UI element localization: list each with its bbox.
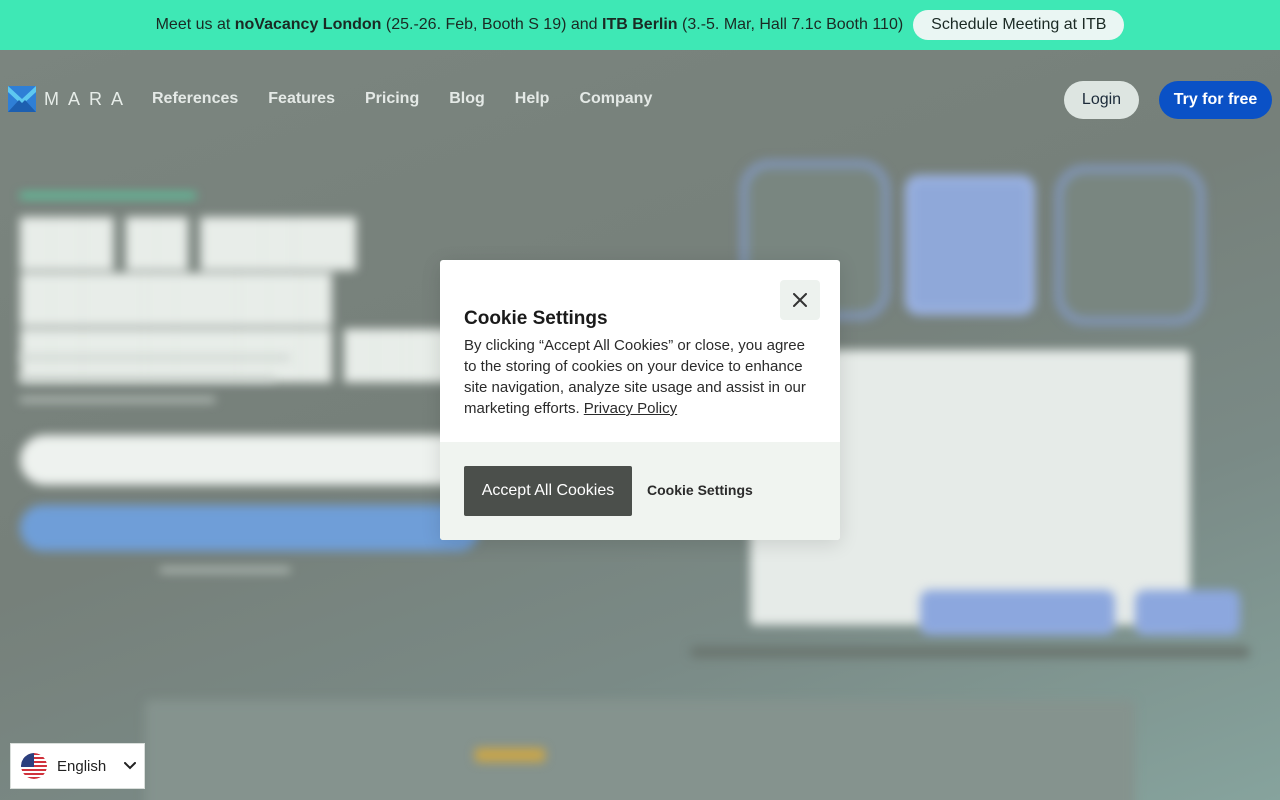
hero-input-blurred [20, 435, 480, 485]
close-button[interactable] [780, 280, 820, 320]
nav-link-references[interactable]: References [152, 90, 238, 108]
us-flag-icon [21, 753, 47, 779]
language-label: English [57, 757, 107, 775]
slider-track-blurred [690, 646, 1250, 658]
overlay-chip-blurred [920, 590, 1115, 635]
overlay-chip-blurred [1135, 590, 1240, 635]
dialog-body: By clicking “Accept All Cookies” or clos… [464, 335, 816, 419]
hero-eyebrow-blurred: ▬▬▬▬▬▬▬▬▬▬▬ [20, 185, 196, 202]
accept-all-cookies-button[interactable]: Accept All Cookies [464, 466, 632, 516]
bottom-section-blurred [145, 700, 1135, 800]
try-for-free-button[interactable]: Try for free [1159, 81, 1272, 119]
cookie-settings-button[interactable]: Cookie Settings [647, 482, 753, 498]
nav-link-help[interactable]: Help [515, 90, 550, 108]
main-nav: MARA References Features Pricing Blog He… [0, 50, 1280, 150]
dialog-title: Cookie Settings [464, 308, 608, 329]
rating-stars-blurred [475, 748, 545, 762]
login-button[interactable]: Login [1064, 81, 1139, 119]
logo[interactable]: MARA [8, 86, 132, 112]
hero-cta-blurred [20, 505, 480, 551]
logo-icon [8, 86, 36, 112]
chevron-down-icon [124, 762, 137, 770]
language-selector[interactable]: English [10, 743, 145, 789]
nav-links: References Features Pricing Blog Help Co… [152, 90, 652, 108]
nav-link-company[interactable]: Company [579, 90, 652, 108]
cookie-dialog: Cookie Settings By clicking “Accept All … [440, 260, 840, 540]
privacy-policy-link[interactable]: Privacy Policy [584, 400, 677, 417]
schedule-meeting-button[interactable]: Schedule Meeting at ITB [913, 10, 1125, 40]
nav-link-pricing[interactable]: Pricing [365, 90, 419, 108]
announcement-text: Meet us at noVacancy London (25.-26. Feb… [155, 16, 904, 33]
award-badge-right [1055, 165, 1205, 325]
hero-note-blurred: ▬▬▬▬▬▬▬▬▬▬ [160, 560, 290, 575]
close-icon [793, 293, 807, 307]
announcement-bar: Meet us at noVacancy London (25.-26. Feb… [0, 0, 1280, 50]
hero-text-blurred: ▬▬▬▬▬▬▬▬▬▬▬▬▬▬▬▬▬▬ ▬▬▬▬▬▬▬▬▬▬▬▬▬▬▬▬▬ ▬▬▬▬▬… [20, 347, 290, 406]
logo-text: MARA [44, 88, 133, 109]
nav-link-blog[interactable]: Blog [449, 90, 485, 108]
nav-link-features[interactable]: Features [268, 90, 335, 108]
dialog-footer: Accept All Cookies Cookie Settings [440, 442, 840, 540]
award-badge-center [905, 175, 1035, 315]
